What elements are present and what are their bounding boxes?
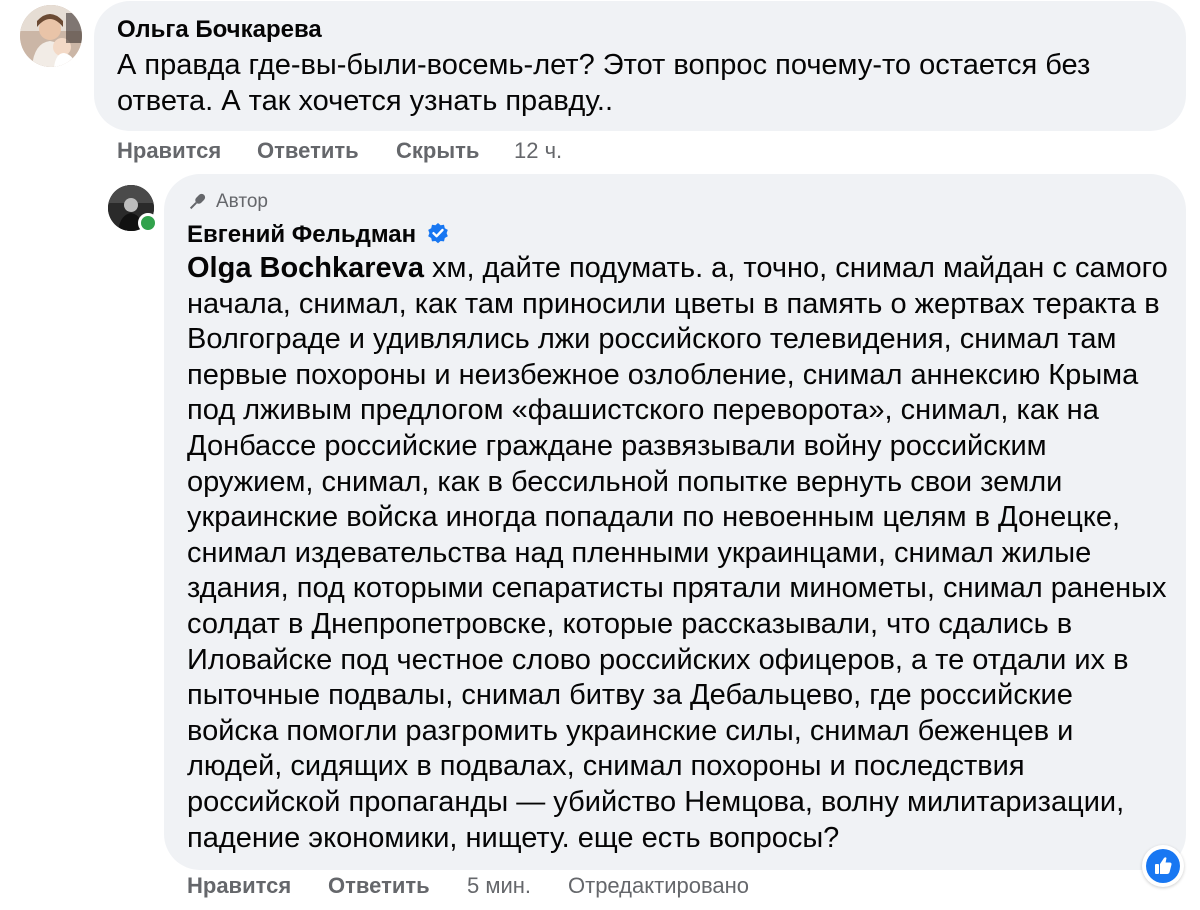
comment-timestamp[interactable]: 12 ч. [514, 138, 562, 164]
reply-button[interactable]: Ответить [328, 873, 430, 899]
reply-button[interactable]: Ответить [257, 138, 359, 164]
edited-label[interactable]: Отредактировано [568, 873, 749, 899]
online-status-dot [138, 213, 158, 233]
comment-actions-evgeny: Нравится Ответить 5 мин. Отредактировано [187, 873, 887, 899]
comment-text-olga: А правда где-вы-были-восемь-лет? Этот во… [117, 49, 1091, 117]
mention-link[interactable]: Olga Bochkareva [187, 252, 424, 284]
comment-timestamp[interactable]: 5 мин. [467, 873, 531, 899]
avatar-photo [20, 5, 82, 67]
like-button[interactable]: Нравится [117, 138, 221, 164]
comment-text-evgeny: Olga Bochkareva хм, дайте подумать. а, т… [187, 251, 1172, 856]
author-badge-label: Автор [216, 191, 268, 212]
reaction-badge[interactable] [1142, 845, 1184, 887]
like-button[interactable]: Нравится [187, 873, 291, 899]
comment-actions-olga: Нравится Ответить Скрыть 12 ч. [117, 138, 617, 164]
hide-button[interactable]: Скрыть [396, 138, 479, 164]
thumbs-up-icon [1146, 849, 1180, 883]
microphone-icon [189, 193, 206, 210]
verified-check-icon [427, 223, 448, 244]
avatar-olga[interactable] [20, 5, 82, 67]
comment-author-evgeny: Евгений Фельдман [187, 221, 450, 249]
comment-author-evgeny-name[interactable]: Евгений Фельдман [187, 221, 416, 248]
comment-author-olga[interactable]: Ольга Бочкарева [117, 16, 322, 44]
thumbs-up-glyph [1155, 857, 1172, 874]
comment-body-evgeny: хм, дайте подумать. а, точно, снимал май… [187, 252, 1168, 854]
